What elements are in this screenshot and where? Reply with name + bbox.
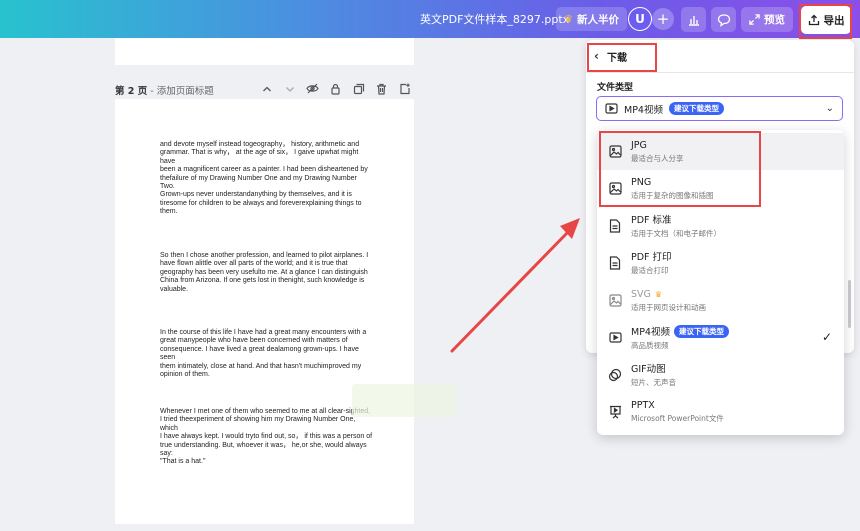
trash-icon[interactable]	[373, 81, 390, 96]
check-icon: ✓	[821, 330, 832, 344]
option-desc: 高品质视频	[631, 341, 669, 350]
document-icon	[608, 255, 622, 270]
export-button[interactable]: 导出	[801, 6, 851, 34]
avatar[interactable]: U	[628, 7, 652, 31]
page-title-placeholder[interactable]: - 添加页面标题	[147, 86, 213, 97]
document-title[interactable]: 英文PDF文件样本_8297.pptx	[420, 11, 569, 27]
option-pdf-print[interactable]: PDF 打印 最适合打印	[597, 244, 844, 281]
gif-icon	[608, 368, 622, 382]
option-pdf-standard[interactable]: PDF 标准适用于文档（和电子邮件）	[597, 207, 844, 244]
page-toolbar	[258, 81, 413, 96]
recommended-badge: 建议下载类型	[673, 324, 729, 338]
page-1-bottom[interactable]	[115, 38, 414, 65]
text-paragraph-2[interactable]: So then I chose another profession, and …	[160, 252, 375, 294]
option-mp4[interactable]: MP4视频 建议下载类型 高品质视频 ✓	[597, 319, 844, 356]
chevron-down-icon: ⌄	[825, 103, 834, 114]
add-page-icon[interactable]	[396, 81, 413, 96]
duplicate-icon[interactable]	[350, 81, 367, 96]
option-desc: 最适合与人分享	[631, 153, 684, 163]
option-svg[interactable]: SVG ♛ 适用于网页设计和动画	[597, 282, 844, 319]
chevron-up-icon[interactable]	[258, 81, 275, 96]
option-name: PPTX	[631, 399, 655, 411]
image-icon	[608, 145, 622, 159]
option-name: MP4视频	[631, 327, 670, 338]
invite-plus-button[interactable]: +	[652, 8, 674, 30]
divider	[586, 72, 854, 73]
download-title: 下载	[606, 52, 627, 64]
presentation-icon	[608, 405, 622, 419]
preview-label: 预览	[764, 14, 785, 26]
option-gif[interactable]: GIF动图短片、无声音	[597, 356, 844, 393]
image-icon	[608, 182, 622, 196]
option-name: PDF 标准	[631, 215, 672, 226]
option-desc: 适用于网页设计和动画	[631, 302, 706, 312]
option-name: GIF动图	[631, 364, 666, 375]
download-back-button[interactable]: ‹ 下载	[594, 44, 627, 68]
recommended-badge: 建议下载类型	[668, 102, 724, 115]
option-name: PDF 打印	[631, 252, 672, 263]
option-name: SVG	[631, 288, 651, 300]
expand-icon	[749, 14, 760, 25]
option-name: PNG	[631, 176, 652, 188]
file-type-label: 文件类型	[597, 83, 634, 93]
option-png[interactable]: PNG 适用于复杂的图像和插图	[597, 170, 844, 207]
option-desc: 适用于复杂的图像和插图	[631, 190, 714, 200]
document-icon	[608, 218, 622, 233]
chevron-left-icon: ‹	[594, 49, 599, 63]
export-label: 导出	[823, 14, 845, 27]
text-paragraph-4[interactable]: Whenever I met one of them who seemed to…	[160, 408, 375, 467]
upload-icon	[808, 14, 819, 26]
text-paragraph-3[interactable]: In the course of this life I have had a …	[160, 329, 375, 379]
crown-icon: ♛	[564, 13, 573, 25]
comment-button[interactable]	[711, 7, 736, 32]
eye-hide-icon[interactable]	[304, 81, 321, 96]
video-icon	[605, 103, 618, 114]
premium-crown-icon: ♛	[654, 289, 663, 299]
panel-scrollbar[interactable]	[848, 280, 851, 328]
text-paragraph-1[interactable]: and devote myself instead togeography， h…	[160, 141, 375, 217]
chart-button[interactable]	[681, 7, 706, 32]
page-number: 第 2 页	[115, 86, 148, 97]
option-desc: 短片、无声音	[631, 378, 676, 387]
option-desc: Microsoft PowerPoint文件	[631, 413, 724, 423]
promo-label: 新人半价	[576, 13, 619, 26]
selected-type: MP4视频	[624, 104, 663, 116]
bar-chart-icon	[688, 15, 699, 26]
option-desc: 最适合打印	[631, 266, 669, 275]
top-bar: 英文PDF文件样本_8297.pptx ♛ 新人半价 U + 预览 导出	[0, 0, 860, 38]
video-icon	[608, 331, 622, 345]
preview-button[interactable]: 预览	[741, 7, 793, 32]
option-jpg[interactable]: JPG 最适合与人分享	[597, 133, 844, 170]
image-icon	[608, 294, 622, 308]
option-pptx[interactable]: PPTX Microsoft PowerPoint文件	[597, 393, 844, 430]
chevron-down-icon[interactable]	[281, 81, 298, 96]
option-name: JPG	[631, 139, 647, 151]
watermark-overlay	[352, 384, 456, 417]
lock-icon[interactable]	[327, 81, 344, 96]
page-label[interactable]: 第 2 页 - 添加页面标题	[115, 83, 214, 97]
option-desc: 适用于文档（和电子邮件）	[631, 229, 721, 238]
comment-icon	[717, 13, 730, 27]
file-type-select[interactable]: MP4视频 建议下载类型 ⌄	[596, 96, 843, 121]
promo-button[interactable]: ♛ 新人半价	[556, 7, 627, 31]
